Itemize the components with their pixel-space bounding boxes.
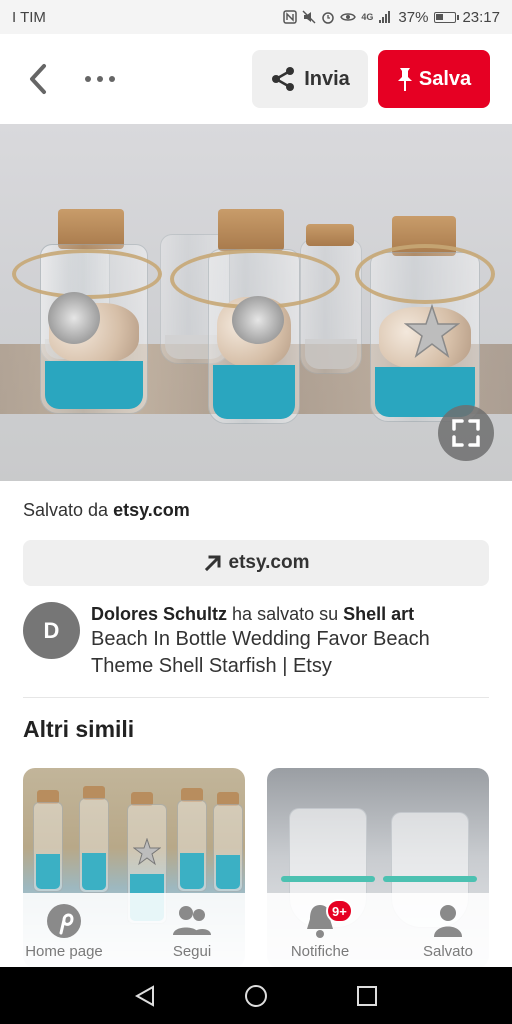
avatar[interactable]: D bbox=[23, 602, 80, 659]
alarm-icon bbox=[322, 12, 335, 24]
system-navigation-bar bbox=[0, 967, 512, 1024]
more-options-button[interactable] bbox=[80, 59, 120, 99]
person-icon bbox=[434, 905, 462, 937]
share-button[interactable]: Invia bbox=[252, 50, 368, 108]
signal-icon bbox=[379, 11, 391, 23]
nav-home-label: Home page bbox=[25, 943, 103, 960]
expand-image-button[interactable] bbox=[438, 405, 494, 461]
square-recents-icon bbox=[356, 985, 377, 1006]
share-icon bbox=[272, 67, 295, 91]
arrow-up-right-icon bbox=[204, 555, 221, 572]
board-name[interactable]: Shell art bbox=[343, 604, 414, 624]
saved-from-domain[interactable]: etsy.com bbox=[113, 500, 190, 520]
nav-saved[interactable]: Salvato bbox=[384, 893, 512, 967]
status-bar: I TIM 4G 37% 23:17 bbox=[0, 0, 512, 34]
system-back-button[interactable] bbox=[125, 976, 165, 1016]
mini-jar bbox=[79, 798, 109, 893]
more-horizontal-icon bbox=[85, 76, 115, 82]
pinner-attribution: D Dolores Schultz ha salvato su Shell ar… bbox=[23, 602, 489, 680]
expand-icon bbox=[452, 419, 480, 447]
battery-icon bbox=[434, 11, 460, 23]
eye-icon bbox=[340, 13, 357, 21]
divider bbox=[23, 697, 489, 698]
pinner-text: Dolores Schultz ha salvato su Shell art … bbox=[91, 602, 489, 680]
nav-following-label: Segui bbox=[172, 943, 212, 960]
pin-image[interactable] bbox=[0, 124, 512, 481]
status-right: 4G 37% 23:17 bbox=[283, 9, 500, 26]
notification-badge: 9+ bbox=[326, 899, 353, 923]
visit-site-label: etsy.com bbox=[228, 552, 310, 573]
network-type: 4G bbox=[361, 12, 374, 22]
chevron-left-icon bbox=[30, 64, 46, 94]
pin-toolbar: Invia Salva bbox=[0, 34, 512, 124]
starfish-icon bbox=[133, 838, 161, 866]
sand-dollar-charm bbox=[48, 292, 100, 344]
cork-1 bbox=[58, 209, 124, 249]
nav-saved-label: Salvato bbox=[422, 943, 474, 960]
twine-3 bbox=[355, 244, 495, 304]
mini-jar bbox=[177, 800, 207, 892]
save-label: Salva bbox=[418, 67, 472, 90]
starfish-charm bbox=[404, 304, 460, 358]
ribbon bbox=[383, 876, 477, 882]
system-recents-button[interactable] bbox=[347, 976, 387, 1016]
save-button[interactable]: Salva bbox=[378, 50, 490, 108]
nav-following[interactable]: Segui bbox=[128, 893, 256, 967]
nav-notifications-label: Notifiche bbox=[290, 943, 350, 960]
similar-section-title: Altri simili bbox=[23, 716, 135, 742]
visit-site-button[interactable]: etsy.com bbox=[23, 540, 489, 586]
triangle-back-icon bbox=[135, 984, 155, 1007]
mute-icon bbox=[302, 10, 316, 24]
people-icon bbox=[173, 906, 211, 935]
cork-2 bbox=[218, 209, 284, 251]
pinner-name[interactable]: Dolores Schultz bbox=[91, 604, 227, 624]
pinterest-icon bbox=[47, 904, 81, 938]
nav-notifications[interactable]: 9+ Notifiche bbox=[256, 893, 384, 967]
nfc-icon bbox=[283, 10, 298, 24]
battery-percent: 37% bbox=[398, 8, 429, 26]
bottom-navigation: Home page Segui 9+ Notifiche Salvato bbox=[0, 893, 512, 967]
carrier-name: I TIM bbox=[12, 8, 46, 26]
mini-jar bbox=[33, 802, 63, 892]
pinner-action: ha salvato su bbox=[232, 604, 339, 624]
system-home-button[interactable] bbox=[236, 976, 276, 1016]
pinner-line: Dolores Schultz ha salvato su Shell art bbox=[91, 602, 489, 626]
back-button[interactable] bbox=[22, 59, 54, 99]
pin-icon bbox=[397, 68, 412, 91]
nav-home[interactable]: Home page bbox=[0, 893, 128, 967]
clock: 23:17 bbox=[462, 8, 500, 26]
circle-home-icon bbox=[244, 984, 267, 1007]
status-icons: 4G bbox=[283, 10, 392, 24]
pin-title: Beach In Bottle Wedding Favor Beach Them… bbox=[91, 628, 430, 677]
saved-from-prefix: Salvato da bbox=[23, 500, 109, 520]
cork-back-3 bbox=[306, 224, 354, 246]
saved-from-line: Salvato da etsy.com bbox=[23, 500, 190, 521]
mini-jar bbox=[213, 804, 243, 892]
ribbon bbox=[281, 876, 375, 882]
share-label: Invia bbox=[304, 67, 350, 90]
twine-1 bbox=[12, 249, 162, 299]
nautilus-charm bbox=[232, 296, 284, 344]
